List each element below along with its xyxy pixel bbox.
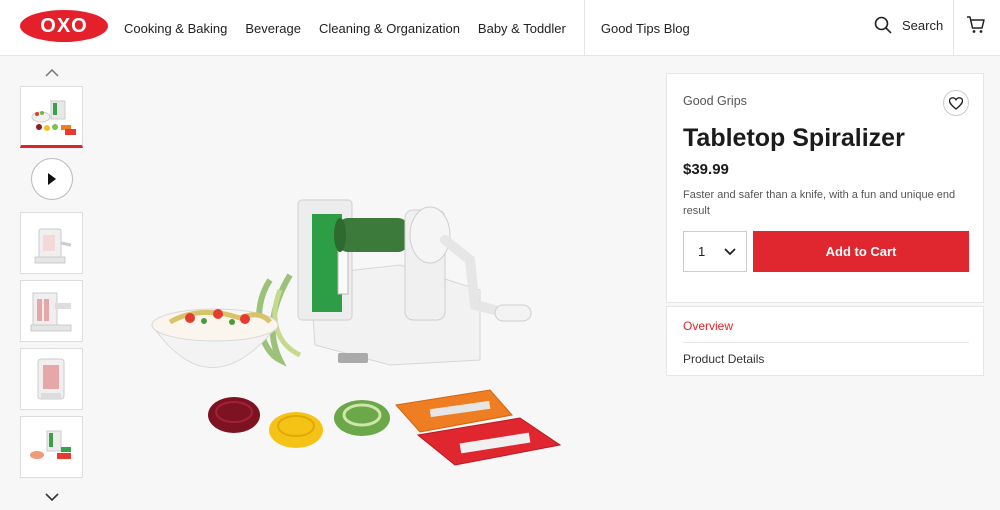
nav-cleaning-organization[interactable]: Cleaning & Organization: [319, 21, 460, 36]
thumbnail-image: [34, 228, 72, 264]
video-play-button[interactable]: [30, 158, 73, 200]
tab-divider: [683, 342, 969, 343]
oxo-logo[interactable]: OXO: [20, 10, 108, 42]
chevron-down-icon: [724, 248, 736, 255]
thumbnail-5[interactable]: [20, 416, 83, 478]
product-tabs: Overview Product Details: [666, 306, 984, 376]
chevron-up-icon: [44, 69, 59, 77]
nav-beverage[interactable]: Beverage: [245, 21, 301, 36]
thumbnail-image: [37, 358, 65, 400]
quantity-value: 1: [698, 244, 706, 259]
cart-button[interactable]: [966, 16, 986, 39]
site-header: OXO Cooking & Baking Beverage Cleaning &…: [0, 0, 1000, 56]
nav-cooking-baking[interactable]: Cooking & Baking: [124, 21, 227, 36]
thumbnail-image: [30, 430, 71, 459]
product-price: $39.99: [683, 161, 729, 178]
thumbnail-1[interactable]: [20, 86, 83, 148]
product-brand: Good Grips: [683, 94, 747, 108]
thumbnails-up-button[interactable]: [20, 60, 83, 86]
product-main-image: [100, 60, 660, 505]
product-info-panel: Good Grips Tabletop Spiralizer $39.99 Fa…: [666, 73, 984, 303]
nav-divider: [583, 0, 585, 56]
search-button[interactable]: Search: [874, 16, 943, 34]
heart-icon: [949, 96, 963, 110]
nav-baby-toddler[interactable]: Baby & Toddler: [478, 21, 566, 36]
cart-icon: [967, 16, 985, 33]
play-icon: [47, 173, 56, 185]
main-nav: Cooking & Baking Beverage Cleaning & Org…: [124, 0, 708, 56]
add-to-cart-button[interactable]: Add to Cart: [753, 231, 969, 272]
nav-good-tips-blog[interactable]: Good Tips Blog: [601, 21, 690, 36]
thumbnail-2[interactable]: [20, 212, 83, 274]
tab-overview[interactable]: Overview: [683, 319, 733, 333]
thumbnail-image: [31, 100, 76, 135]
logo-text: OXO: [40, 14, 88, 37]
spiralizer-product-illustration: [151, 199, 562, 466]
quantity-select[interactable]: 1: [683, 231, 747, 272]
product-description: Faster and safer than a knife, with a fu…: [683, 189, 956, 217]
thumbnail-image: [30, 292, 72, 332]
product-title: Tabletop Spiralizer: [683, 124, 905, 152]
thumbnails-down-button[interactable]: [20, 484, 83, 510]
header-divider: [953, 0, 954, 56]
favorite-button[interactable]: [943, 90, 969, 116]
thumbnail-4[interactable]: [20, 348, 83, 410]
tab-product-details[interactable]: Product Details: [683, 352, 764, 366]
search-label: Search: [902, 17, 944, 33]
thumbnail-3[interactable]: [20, 280, 83, 342]
search-icon: [874, 16, 892, 34]
chevron-down-icon: [44, 493, 59, 501]
thumbnail-strip: [20, 60, 83, 510]
